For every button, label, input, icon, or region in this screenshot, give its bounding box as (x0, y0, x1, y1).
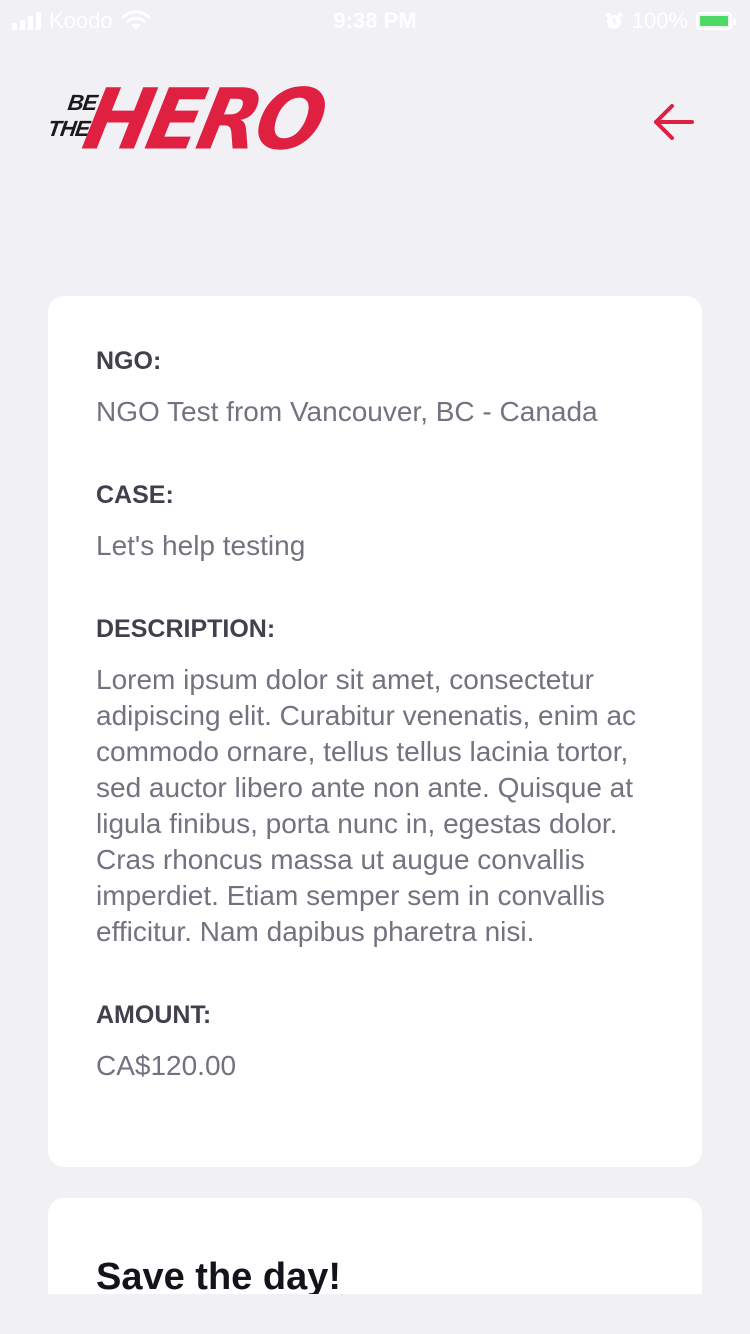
battery-tip (733, 18, 736, 25)
arrow-left-icon (654, 104, 694, 140)
amount-value: CA$120.00 (96, 1050, 237, 1081)
battery-fill (700, 16, 728, 26)
amount-label: AMOUNT: (96, 1001, 212, 1029)
ngo-label: NGO: (96, 347, 162, 375)
ngo-field: NGO: NGO Test from Vancouver, BC - Canad… (96, 344, 654, 430)
be-the-hero-logo: BE THE HERO (46, 71, 331, 169)
logo-text-hero: HERO (75, 70, 332, 169)
description-value: Lorem ipsum dolor sit amet, consectetur … (96, 664, 637, 947)
status-right: 100% (604, 8, 736, 34)
back-button[interactable] (648, 98, 700, 146)
status-bar: Koodo 9:38 PM 100% (0, 0, 750, 40)
battery-percent: 100% (631, 8, 688, 33)
case-field: CASE: Let's help testing (96, 478, 654, 564)
contact-title: Save the day! (96, 1256, 341, 1294)
alarm-icon (605, 12, 623, 29)
incident-card: NGO: NGO Test from Vancouver, BC - Canad… (48, 296, 702, 1167)
battery-icon (696, 12, 736, 30)
amount-field: AMOUNT: CA$120.00 (96, 998, 654, 1084)
description-field: DESCRIPTION: Lorem ipsum dolor sit amet,… (96, 612, 654, 950)
description-label: DESCRIPTION: (96, 615, 276, 643)
ngo-value: NGO Test from Vancouver, BC - Canada (96, 396, 598, 427)
case-label: CASE: (96, 481, 174, 509)
case-value: Let's help testing (96, 530, 306, 561)
contact-card: Save the day! (48, 1198, 702, 1294)
